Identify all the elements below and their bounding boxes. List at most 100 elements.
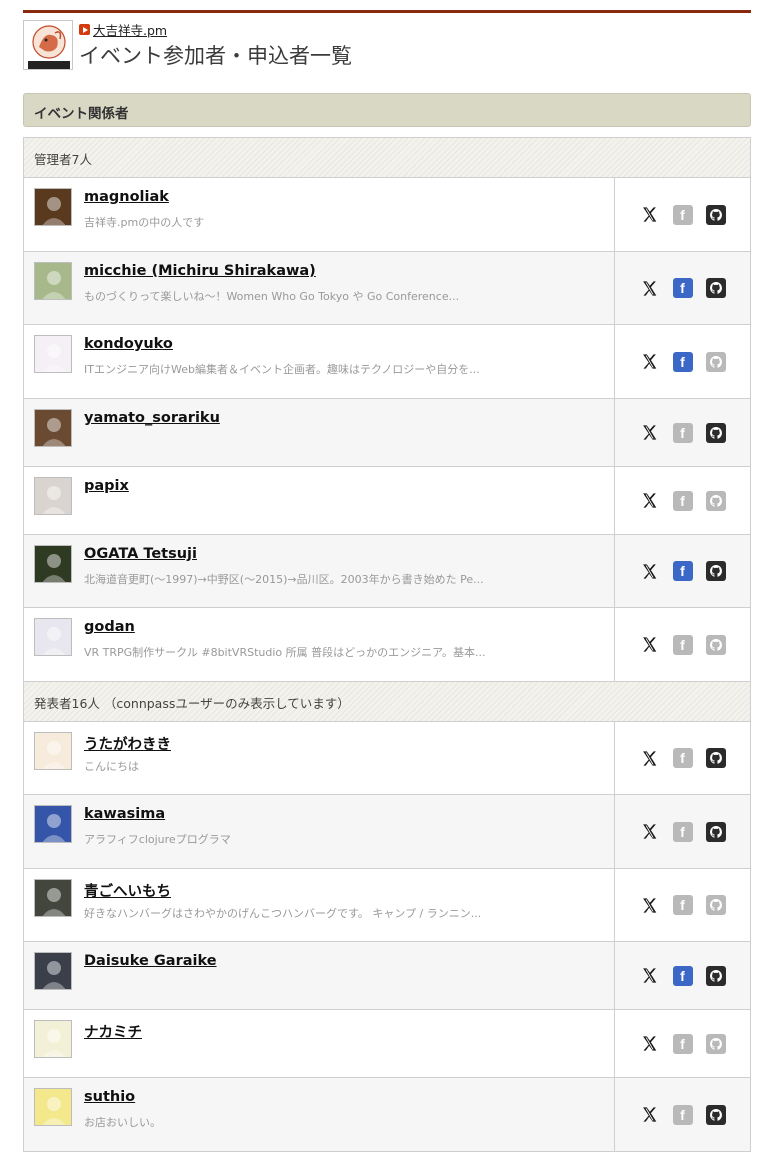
- member-description: ものづくりって楽しいね〜！Women Who Go Tokyo や Go Con…: [84, 290, 460, 303]
- member-info: Daisuke Garaike: [24, 942, 615, 1009]
- avatar[interactable]: [34, 1020, 72, 1058]
- x-icon[interactable]: [640, 561, 660, 581]
- github-icon[interactable]: [705, 965, 726, 986]
- member-description: 吉祥寺.pmの中の人です: [84, 216, 205, 229]
- facebook-icon[interactable]: f: [672, 965, 693, 986]
- group-logo[interactable]: [23, 20, 73, 70]
- facebook-icon: f: [672, 1104, 693, 1125]
- sns-links: f: [615, 399, 750, 466]
- facebook-icon: f: [672, 895, 693, 915]
- avatar[interactable]: [34, 262, 72, 300]
- avatar[interactable]: [34, 805, 72, 843]
- sns-links: f: [615, 795, 750, 868]
- github-icon: [705, 351, 726, 372]
- member-description: お店おいしい。: [84, 1116, 161, 1129]
- group-link[interactable]: 大吉祥寺.pm: [79, 20, 167, 39]
- github-icon[interactable]: [705, 821, 726, 842]
- group-header: 管理者7人: [24, 138, 750, 178]
- member-row: papix f: [24, 467, 750, 535]
- member-info: kawasima アラフィフclojureプログラマ: [24, 795, 615, 868]
- member-name-link[interactable]: kondoyuko: [84, 336, 173, 352]
- member-row: godan VR TRPG制作サークル #8bitVRStudio 所属 普段はど…: [24, 608, 750, 682]
- member-row: micchie (Michiru Shirakawa) ものづくりって楽しいね〜！…: [24, 252, 750, 325]
- avatar[interactable]: [34, 879, 72, 917]
- sns-links: f: [615, 608, 750, 681]
- member-name-link[interactable]: suthio: [84, 1089, 135, 1105]
- github-icon[interactable]: [705, 748, 726, 768]
- facebook-icon[interactable]: f: [672, 351, 693, 372]
- avatar[interactable]: [34, 477, 72, 515]
- avatar[interactable]: [34, 335, 72, 373]
- member-info: magnoliak 吉祥寺.pmの中の人です: [24, 178, 615, 251]
- facebook-icon: f: [672, 204, 693, 225]
- avatar[interactable]: [34, 952, 72, 990]
- facebook-icon[interactable]: f: [672, 561, 693, 581]
- facebook-icon[interactable]: f: [672, 278, 693, 298]
- sns-links: f: [615, 869, 750, 941]
- member-name-link[interactable]: kawasima: [84, 806, 165, 822]
- member-info: 青ごへいもち好きなハンバーグはさわやかのげんこつハンバーグです。 キャンプ / …: [24, 869, 615, 941]
- x-icon[interactable]: [640, 278, 660, 298]
- member-name-link[interactable]: うたがわきき: [84, 733, 171, 754]
- sns-links: f: [615, 535, 750, 607]
- member-info: papix: [24, 467, 615, 534]
- member-row: ナカミチ f: [24, 1010, 750, 1078]
- member-name-link[interactable]: papix: [84, 478, 129, 494]
- member-table: 管理者7人 magnoliak 吉祥寺.pmの中の人です f micchie (Mich…: [23, 137, 751, 1152]
- x-icon[interactable]: [640, 205, 660, 225]
- facebook-icon: f: [672, 821, 693, 842]
- x-icon[interactable]: [640, 748, 660, 768]
- avatar[interactable]: [34, 409, 72, 447]
- sns-links: f: [615, 722, 750, 794]
- member-name-link[interactable]: Daisuke Garaike: [84, 953, 217, 969]
- member-row: kawasima アラフィフclojureプログラマ f: [24, 795, 750, 869]
- member-description: アラフィフclojureプログラマ: [84, 833, 231, 846]
- member-name-link[interactable]: godan: [84, 619, 135, 635]
- github-icon[interactable]: [705, 1104, 726, 1125]
- x-icon[interactable]: [640, 352, 660, 372]
- member-row: suthio お店おいしい。 f: [24, 1078, 750, 1152]
- avatar[interactable]: [34, 618, 72, 656]
- member-row: OGATA Tetsuji 北海道音更町(〜1997)→中野区(〜2015)→品川…: [24, 535, 750, 608]
- sns-links: f: [615, 252, 750, 324]
- x-icon[interactable]: [640, 966, 660, 986]
- member-name-link[interactable]: OGATA Tetsuji: [84, 546, 197, 562]
- avatar[interactable]: [34, 732, 72, 770]
- github-icon[interactable]: [705, 561, 726, 581]
- github-icon[interactable]: [705, 422, 726, 443]
- member-description: 好きなハンバーグはさわやかのげんこつハンバーグです。 キャンプ / ランニン..…: [84, 907, 482, 920]
- avatar[interactable]: [34, 545, 72, 583]
- facebook-icon: f: [672, 490, 693, 511]
- member-name-link[interactable]: ナカミチ: [84, 1021, 142, 1042]
- avatar[interactable]: [34, 188, 72, 226]
- member-name-link[interactable]: magnoliak: [84, 189, 169, 205]
- x-icon[interactable]: [640, 423, 660, 443]
- x-icon[interactable]: [640, 822, 660, 842]
- section-title: イベント関係者: [23, 93, 751, 127]
- member-row: Daisuke Garaike f: [24, 942, 750, 1010]
- member-description: こんにちは: [84, 760, 139, 773]
- avatar[interactable]: [34, 1088, 72, 1126]
- member-description: VR TRPG制作サークル #8bitVRStudio 所属 普段はどっかのエン…: [84, 646, 486, 659]
- github-icon: [705, 634, 726, 655]
- github-icon[interactable]: [705, 204, 726, 225]
- member-name-link[interactable]: micchie (Michiru Shirakawa): [84, 263, 316, 279]
- x-icon[interactable]: [640, 895, 660, 915]
- x-icon[interactable]: [640, 635, 660, 655]
- facebook-icon: f: [672, 748, 693, 768]
- member-description: ITエンジニア向けWeb編集者＆イベント企画者。趣味はテクノロジーや自分を...: [84, 363, 480, 376]
- member-row: うたがわききこんにちは f: [24, 722, 750, 795]
- member-description: 北海道音更町(〜1997)→中野区(〜2015)→品川区。2003年から書き始め…: [84, 573, 484, 586]
- group-name[interactable]: 大吉祥寺.pm: [93, 20, 167, 39]
- github-icon[interactable]: [705, 278, 726, 298]
- x-icon[interactable]: [640, 491, 660, 511]
- member-info: kondoyuko ITエンジニア向けWeb編集者＆イベント企画者。趣味はテクノロ…: [24, 325, 615, 398]
- member-info: micchie (Michiru Shirakawa) ものづくりって楽しいね〜！…: [24, 252, 615, 324]
- member-row: yamato_sorarikuf: [24, 399, 750, 467]
- member-name-link[interactable]: yamato_sorariku: [84, 410, 220, 426]
- facebook-icon: f: [672, 422, 693, 443]
- x-icon[interactable]: [640, 1105, 660, 1125]
- member-info: yamato_sorariku: [24, 399, 615, 466]
- member-name-link[interactable]: 青ごへいもち: [84, 880, 171, 901]
- x-icon[interactable]: [640, 1034, 660, 1054]
